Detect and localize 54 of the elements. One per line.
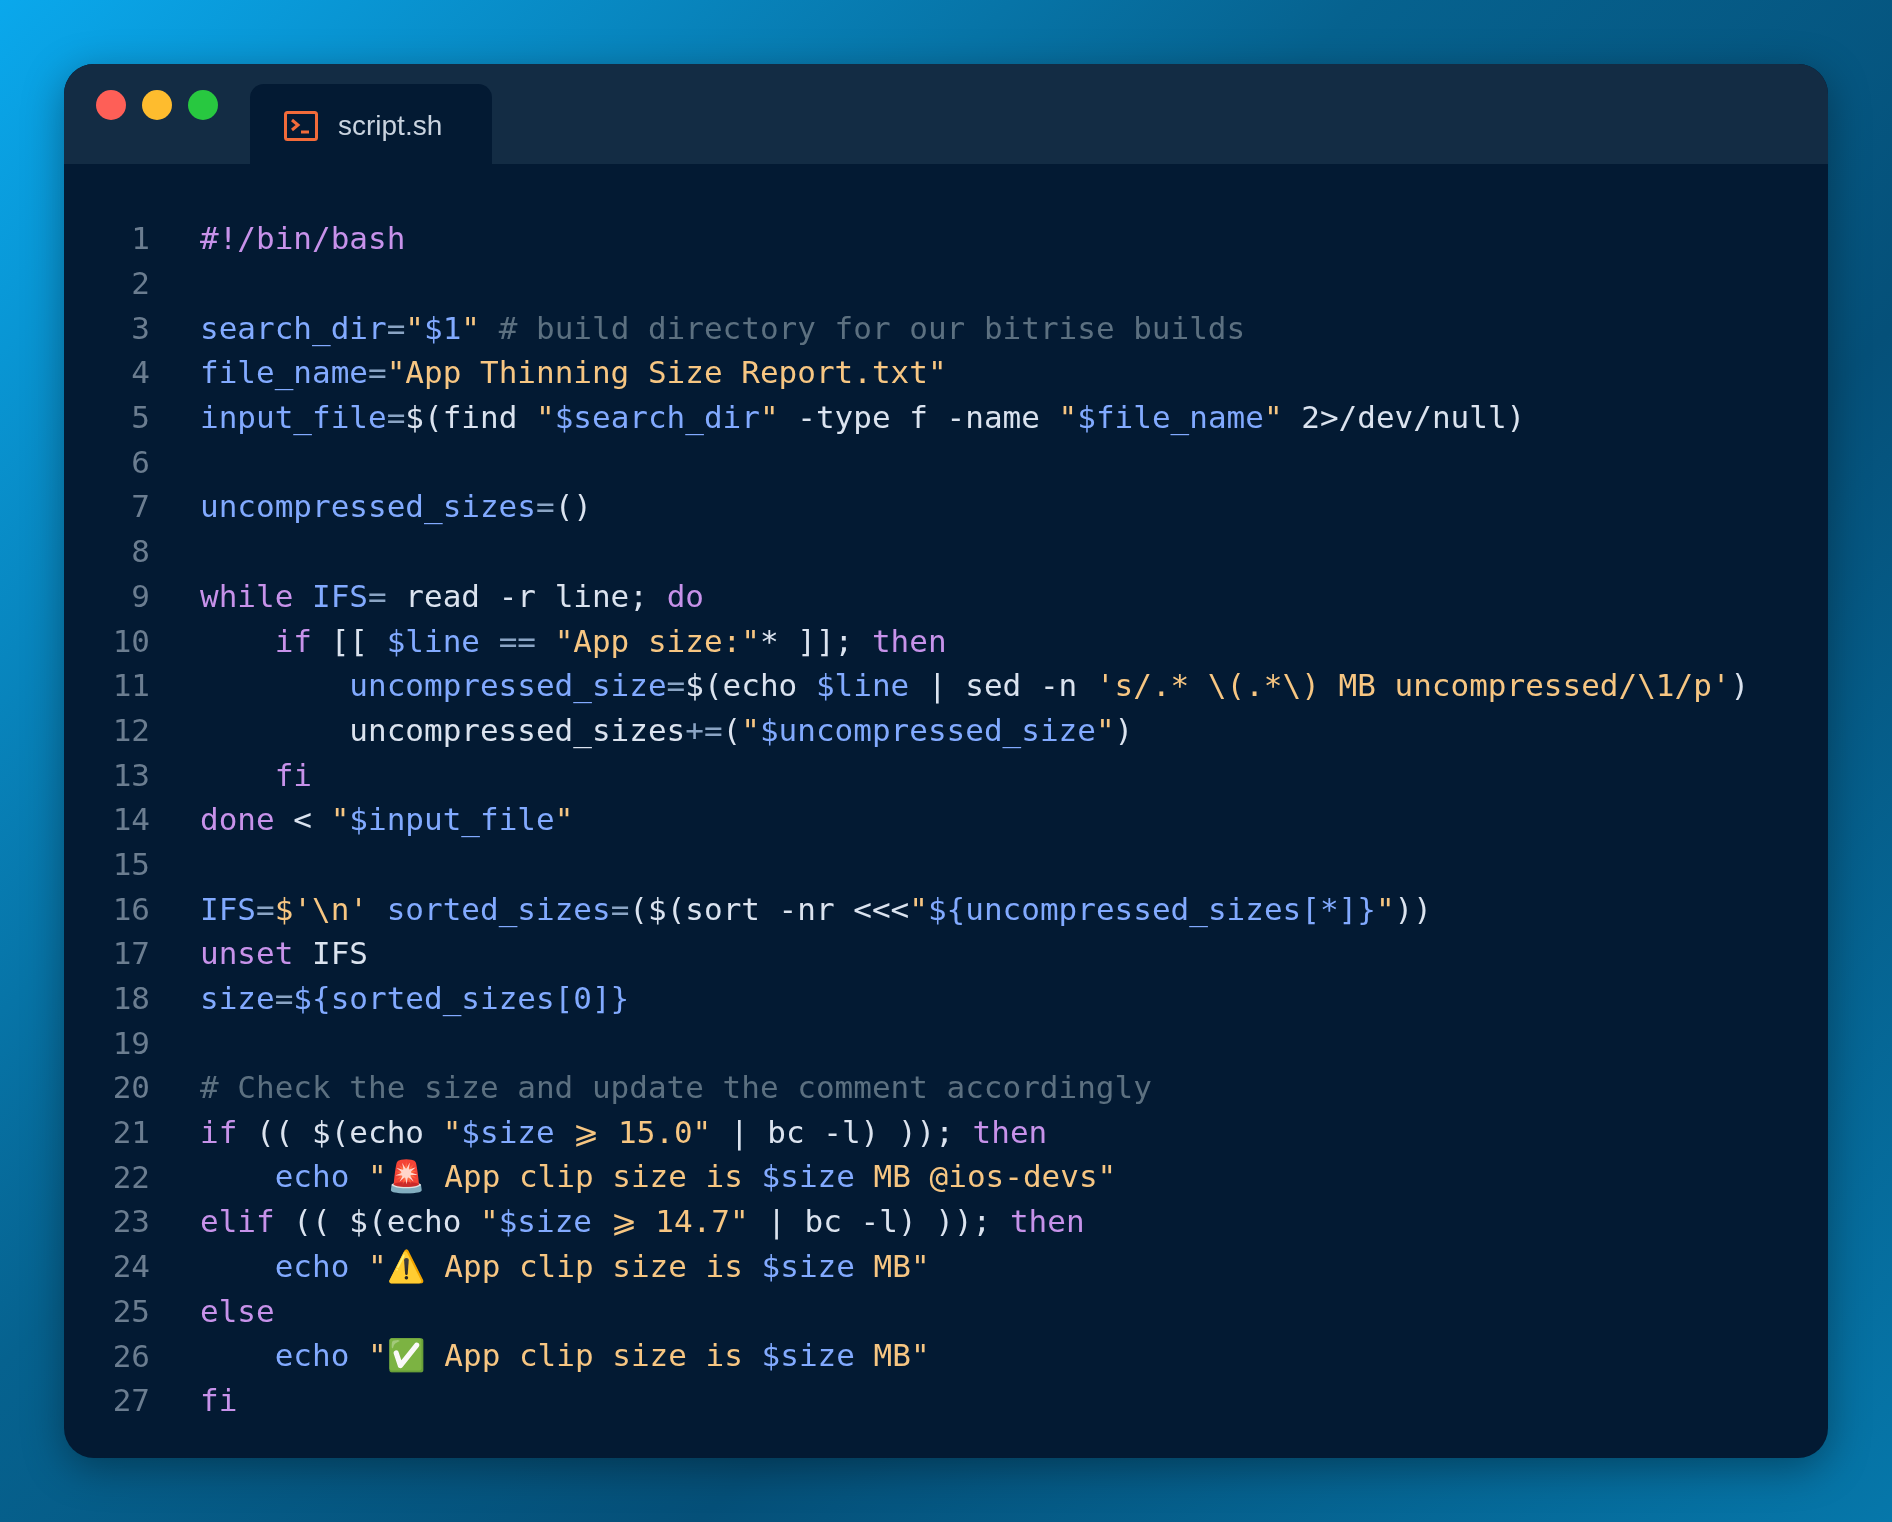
close-button[interactable] (96, 90, 126, 120)
line-number: 20 (111, 1069, 150, 1106)
line-number: 25 (111, 1292, 150, 1329)
code-line: unset IFS (200, 935, 368, 972)
line-number: 8 (130, 533, 150, 570)
code-line: echo "⚠ App clip size is $size MB" (273, 1247, 930, 1285)
file-tab[interactable]: script.sh (250, 84, 492, 164)
code-line: fi (273, 756, 312, 793)
line-number: 19 (111, 1024, 150, 1061)
line-number: 9 (130, 577, 150, 614)
line-number: 1 (130, 220, 150, 257)
line-number: 4 (130, 354, 150, 391)
code-line: #!/bin/bash (200, 220, 406, 257)
line-number: 26 (111, 1337, 150, 1374)
line-number: 22 (111, 1158, 150, 1195)
code-line: fi (200, 1382, 238, 1419)
line-number: 21 (111, 1114, 150, 1151)
code-line: echo "✅ App clip size is $size MB" (273, 1337, 930, 1375)
line-number: 24 (111, 1248, 150, 1285)
code-line: search_dir="$1" # build directory for our bitrise builds (200, 309, 1246, 346)
code-line: uncompressed_sizes=() (200, 488, 592, 525)
terminal-icon (284, 111, 318, 141)
zoom-button[interactable] (188, 90, 218, 120)
code-line: file_name="App Thinning Size Report.txt" (200, 354, 947, 391)
code-line: if [[ $line == "App size:"* ]]; then (273, 622, 947, 659)
line-number: 10 (111, 622, 150, 659)
code-line: uncompressed_sizes+=("$uncompressed_size") (348, 711, 1134, 748)
line-number: 7 (130, 488, 150, 525)
line-number: 5 (130, 399, 150, 436)
line-number: 18 (111, 980, 150, 1017)
code-line: IFS=$'\n' sorted_sizes=($(sort -nr <<<"${uncompressed_sizes[*]}")) (200, 890, 1432, 927)
code-line: elif (( $(echo "$size ⩾ 14.7" | bc -l) )); then (200, 1203, 1085, 1240)
line-number: 27 (111, 1382, 150, 1419)
code-line: while IFS= read -r line; do (200, 577, 704, 614)
code-line: echo "🚨 App clip size is $size MB @ios-devs" (273, 1158, 1117, 1196)
line-number: 15 (111, 845, 150, 882)
code-line: else (200, 1292, 275, 1329)
line-number: 13 (111, 756, 150, 793)
line-number: 23 (111, 1203, 150, 1240)
code-line: if (( $(echo "$size ⩾ 15.0" | bc -l) )); then (200, 1114, 1048, 1151)
line-number: 12 (111, 711, 150, 748)
code-line: done < "$input_file" (200, 801, 574, 838)
code-line: size=${sorted_sizes[0]} (200, 980, 630, 1017)
code-line: input_file=$(find "$search_dir" -type f -name "$file_name" 2>/dev/null) (200, 399, 1526, 436)
code-line: # Check the size and update the comment accordingly (200, 1069, 1152, 1106)
minimize-button[interactable] (142, 90, 172, 120)
line-number: 6 (130, 443, 150, 480)
line-number: 17 (111, 935, 150, 972)
line-number: 3 (130, 309, 150, 346)
line-number: 14 (111, 801, 150, 838)
line-number: 2 (130, 265, 150, 302)
line-number: 11 (111, 667, 150, 704)
code-line: uncompressed_size=$(echo $line | sed -n 's/.* \(.*\) MB uncompressed/\1/p') (348, 667, 1750, 704)
line-number: 16 (111, 890, 150, 927)
